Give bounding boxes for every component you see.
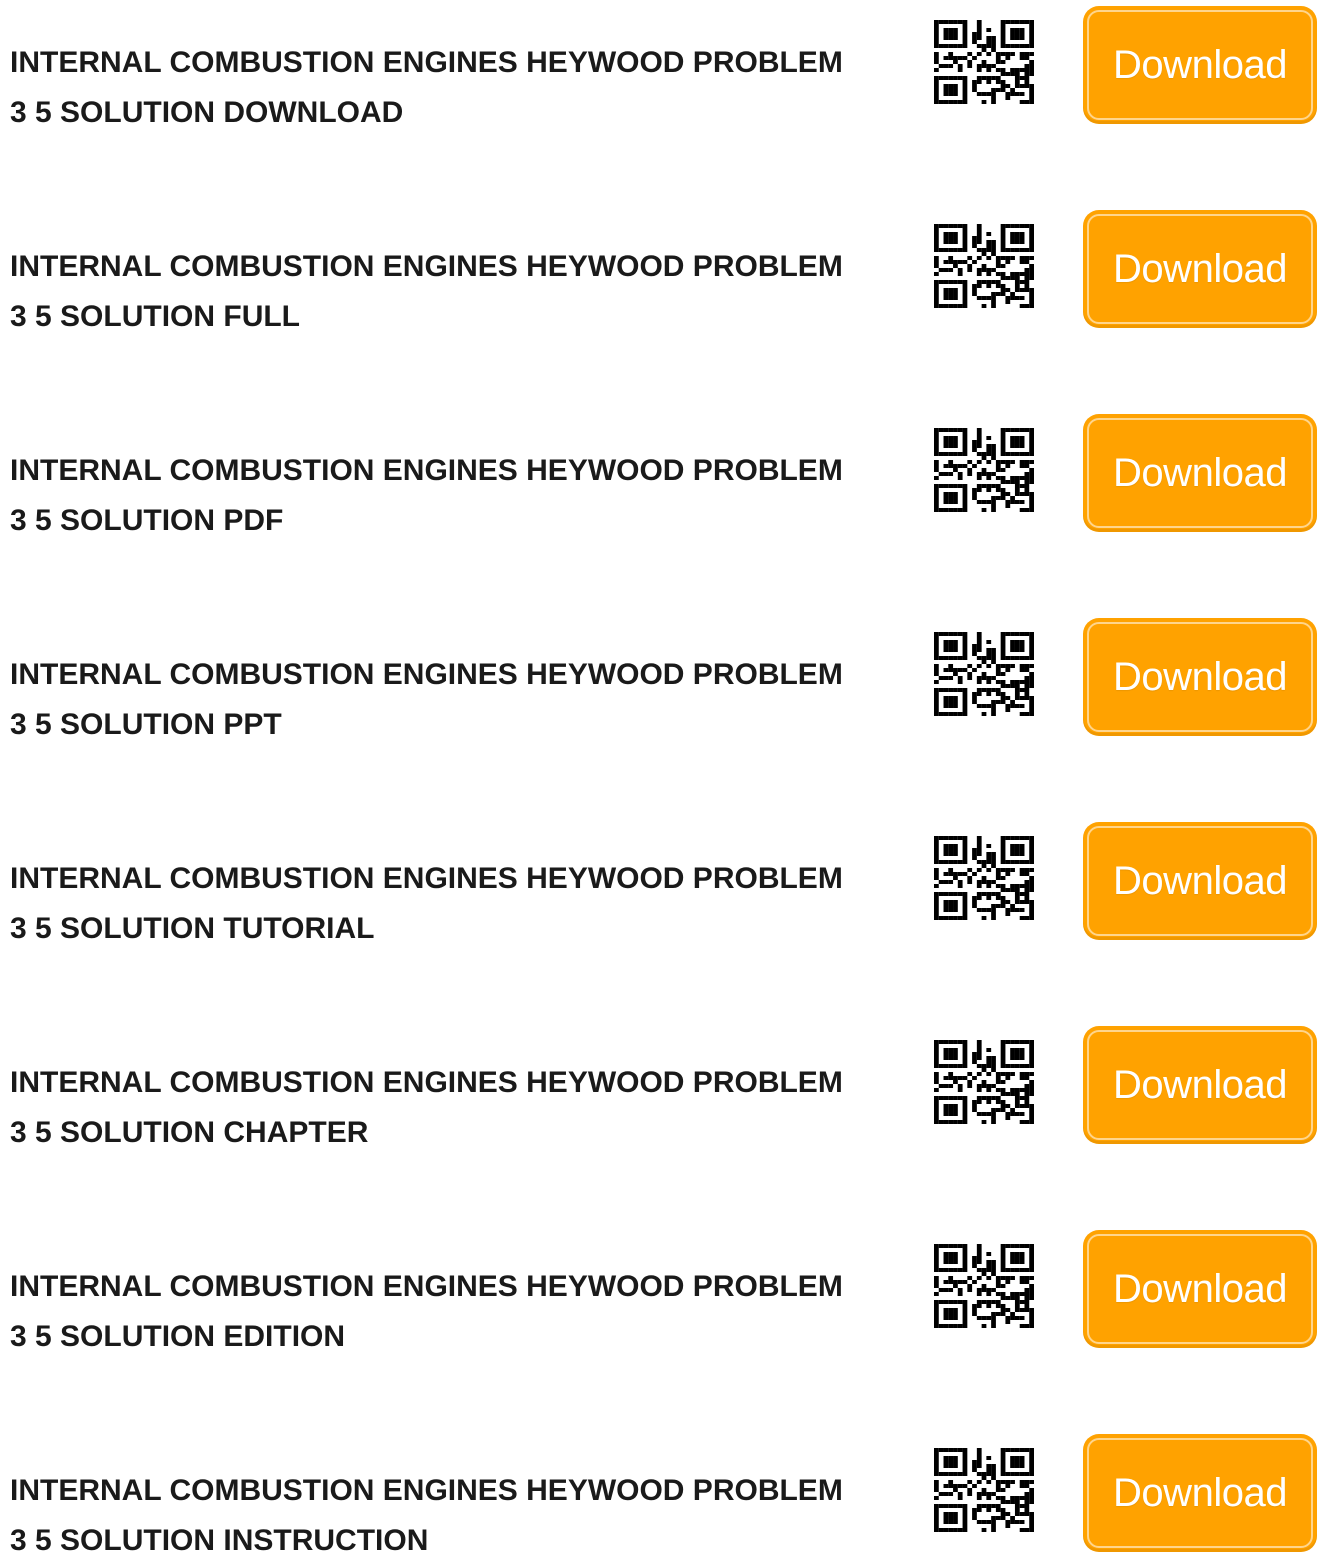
- download-button[interactable]: Download: [1083, 618, 1317, 736]
- download-button[interactable]: Download: [1083, 822, 1317, 940]
- list-item: INTERNAL COMBUSTION ENGINES HEYWOOD PROB…: [0, 1020, 1317, 1149]
- item-title-line-1: INTERNAL COMBUSTION ENGINES HEYWOOD PROB…: [10, 454, 843, 487]
- download-button[interactable]: Download: [1083, 414, 1317, 532]
- qr-code-icon: [934, 632, 1034, 716]
- list-item: INTERNAL COMBUSTION ENGINES HEYWOOD PROB…: [0, 816, 1317, 945]
- download-button-label: Download: [1113, 858, 1287, 903]
- download-button-label: Download: [1113, 1470, 1287, 1515]
- qr-code-icon: [934, 1040, 1034, 1124]
- qr-code-icon: [934, 1244, 1034, 1328]
- qr-code-icon: [934, 1448, 1034, 1532]
- item-title-line-2: 3 5 SOLUTION INSTRUCTION: [10, 1524, 429, 1557]
- item-title: INTERNAL COMBUSTION ENGINES HEYWOOD PROB…: [10, 446, 910, 546]
- item-title-line-2: 3 5 SOLUTION CHAPTER: [10, 1116, 369, 1149]
- qr-code-icon: [934, 428, 1034, 512]
- list-item: INTERNAL COMBUSTION ENGINES HEYWOOD PROB…: [0, 1224, 1317, 1353]
- download-button[interactable]: Download: [1083, 1434, 1317, 1552]
- item-title: INTERNAL COMBUSTION ENGINES HEYWOOD PROB…: [10, 650, 910, 750]
- list-item: INTERNAL COMBUSTION ENGINES HEYWOOD PROB…: [0, 204, 1317, 333]
- item-title: INTERNAL COMBUSTION ENGINES HEYWOOD PROB…: [10, 1466, 910, 1566]
- item-title-line-1: INTERNAL COMBUSTION ENGINES HEYWOOD PROB…: [10, 658, 843, 691]
- item-title-line-1: INTERNAL COMBUSTION ENGINES HEYWOOD PROB…: [10, 1474, 843, 1507]
- item-title-line-2: 3 5 SOLUTION EDITION: [10, 1320, 346, 1353]
- item-title-line-1: INTERNAL COMBUSTION ENGINES HEYWOOD PROB…: [10, 1270, 843, 1303]
- list-item: INTERNAL COMBUSTION ENGINES HEYWOOD PROB…: [0, 408, 1317, 537]
- item-title: INTERNAL COMBUSTION ENGINES HEYWOOD PROB…: [10, 854, 910, 954]
- item-title-line-1: INTERNAL COMBUSTION ENGINES HEYWOOD PROB…: [10, 250, 843, 283]
- item-title-line-2: 3 5 SOLUTION TUTORIAL: [10, 912, 375, 945]
- qr-code-icon: [934, 224, 1034, 308]
- download-button-label: Download: [1113, 42, 1287, 87]
- item-title-line-1: INTERNAL COMBUSTION ENGINES HEYWOOD PROB…: [10, 46, 843, 79]
- qr-code-icon: [934, 836, 1034, 920]
- item-title-line-2: 3 5 SOLUTION FULL: [10, 300, 301, 333]
- item-title: INTERNAL COMBUSTION ENGINES HEYWOOD PROB…: [10, 38, 910, 138]
- download-button[interactable]: Download: [1083, 6, 1317, 124]
- item-title-line-1: INTERNAL COMBUSTION ENGINES HEYWOOD PROB…: [10, 862, 843, 895]
- item-title-line-1: INTERNAL COMBUSTION ENGINES HEYWOOD PROB…: [10, 1066, 843, 1099]
- list-item: INTERNAL COMBUSTION ENGINES HEYWOOD PROB…: [0, 0, 1317, 129]
- item-title: INTERNAL COMBUSTION ENGINES HEYWOOD PROB…: [10, 242, 910, 342]
- item-title: INTERNAL COMBUSTION ENGINES HEYWOOD PROB…: [10, 1262, 910, 1362]
- download-button-label: Download: [1113, 654, 1287, 699]
- download-button-label: Download: [1113, 1062, 1287, 1107]
- item-title: INTERNAL COMBUSTION ENGINES HEYWOOD PROB…: [10, 1058, 910, 1158]
- item-title-line-2: 3 5 SOLUTION DOWNLOAD: [10, 96, 404, 129]
- download-button-label: Download: [1113, 450, 1287, 495]
- qr-code-icon: [934, 20, 1034, 104]
- item-title-line-2: 3 5 SOLUTION PPT: [10, 708, 282, 741]
- download-button-label: Download: [1113, 1266, 1287, 1311]
- download-button[interactable]: Download: [1083, 1230, 1317, 1348]
- item-title-line-2: 3 5 SOLUTION PDF: [10, 504, 284, 537]
- download-button[interactable]: Download: [1083, 1026, 1317, 1144]
- download-button[interactable]: Download: [1083, 210, 1317, 328]
- download-button-label: Download: [1113, 246, 1287, 291]
- list-item: INTERNAL COMBUSTION ENGINES HEYWOOD PROB…: [0, 612, 1317, 741]
- list-item: INTERNAL COMBUSTION ENGINES HEYWOOD PROB…: [0, 1428, 1317, 1557]
